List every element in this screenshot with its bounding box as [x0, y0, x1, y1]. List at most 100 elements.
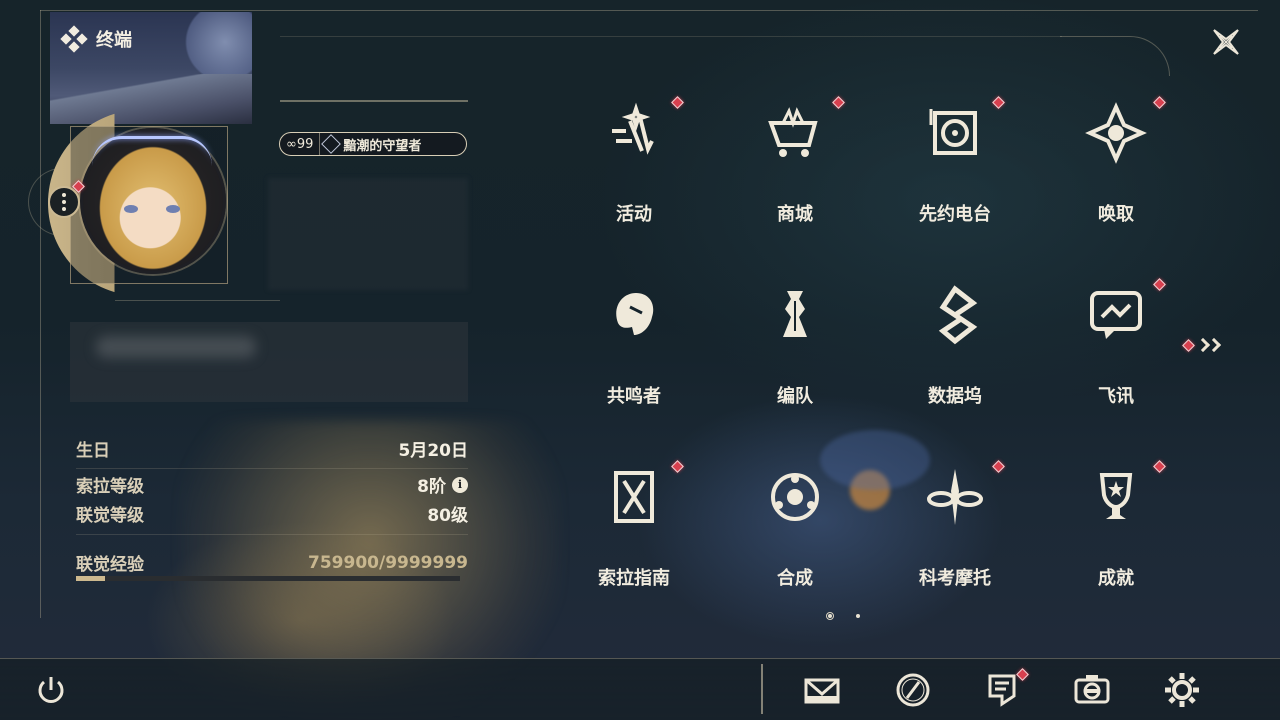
stat-separator — [76, 468, 468, 469]
notification-badge — [992, 460, 1005, 473]
feature-shop-cart[interactable]: 商城 — [725, 96, 865, 248]
feature-synthesis[interactable]: 合成 — [725, 462, 865, 612]
title-name: 黯潮的守望者 — [343, 138, 422, 154]
settings-gear-icon — [1165, 673, 1199, 707]
feature-motorbike[interactable]: 科考摩托 — [885, 460, 1025, 612]
frame-line — [40, 10, 41, 618]
feature-label: 共鸣者 — [607, 386, 661, 407]
activity-icon — [599, 98, 669, 168]
chat-icon — [1081, 280, 1151, 350]
exp-progress-fill — [76, 576, 106, 581]
terminal-label: 终端 — [96, 30, 132, 51]
camera-icon — [1074, 675, 1110, 704]
bottom-separator — [761, 664, 763, 714]
resonator-icon — [599, 280, 669, 350]
close-button[interactable] — [1206, 22, 1246, 62]
frame-line — [40, 10, 1258, 11]
power-icon — [38, 677, 64, 703]
shop-cart-icon — [760, 98, 830, 168]
clock-button[interactable] — [893, 670, 933, 710]
divider — [115, 300, 280, 301]
notification-badge — [1153, 278, 1166, 291]
terminal-header: 终端 — [60, 25, 132, 53]
stat-row-sol-level: 索拉等级 8阶 i — [76, 472, 468, 497]
blurred-player-name — [268, 178, 468, 290]
avatar-eyes — [122, 205, 182, 215]
frame-line — [280, 36, 1062, 37]
profile-more-button[interactable] — [48, 186, 80, 218]
feature-guidebook[interactable]: 索拉指南 — [564, 460, 704, 612]
stat-row-union-exp: 联觉经验 759900/9999999 — [76, 550, 468, 576]
name-underline — [280, 100, 468, 102]
notification-badge — [992, 96, 1005, 109]
stat-value: 5月20日 — [398, 441, 469, 461]
stat-value: 80级 — [427, 506, 468, 526]
notification-badge — [1153, 96, 1166, 109]
team-chess-icon — [760, 280, 830, 350]
stat-label: 生日 — [76, 441, 110, 461]
guidebook-icon — [599, 462, 669, 532]
mail-icon — [804, 678, 840, 704]
data-dock-icon — [920, 280, 990, 350]
feature-activity[interactable]: 活动 — [564, 96, 704, 248]
feature-data-dock[interactable]: 数据坞 — [885, 280, 1025, 430]
exp-progress-bar — [76, 576, 460, 581]
mail-button[interactable] — [802, 670, 842, 710]
feature-label: 合成 — [777, 568, 813, 589]
feature-radio[interactable]: 先约电台 — [885, 96, 1025, 248]
notification-badge — [832, 96, 845, 109]
avatar-crown — [92, 136, 212, 166]
clock-icon — [896, 673, 930, 707]
next-page-button[interactable] — [1182, 337, 1222, 353]
stat-row-union-level: 联觉等级 80级 — [76, 501, 468, 526]
stat-label: 联觉经验 — [76, 555, 144, 575]
notification-badge — [671, 460, 684, 473]
feature-trophy[interactable]: 成就 — [1046, 460, 1186, 612]
camera-button[interactable] — [1072, 670, 1112, 710]
chevron-right-icon — [1206, 337, 1222, 353]
notification-badge — [671, 96, 684, 109]
frame-corner — [1060, 36, 1170, 76]
feature-label: 唤取 — [1098, 204, 1134, 225]
terminal-diamond-icon — [60, 25, 88, 53]
synthesis-icon — [760, 462, 830, 532]
feature-label: 先约电台 — [919, 204, 991, 225]
feature-chat[interactable]: 飞讯 — [1046, 278, 1186, 430]
motorbike-icon — [920, 462, 990, 532]
feature-label: 成就 — [1098, 568, 1134, 589]
feature-label: 飞讯 — [1098, 386, 1134, 407]
page-dot-active[interactable] — [826, 612, 834, 620]
stat-label: 联觉等级 — [76, 506, 144, 526]
notice-button[interactable] — [982, 668, 1029, 710]
feature-label: 商城 — [777, 204, 813, 225]
page-indicator — [826, 612, 860, 620]
radio-icon — [920, 98, 990, 168]
settings-gear-button[interactable] — [1162, 670, 1202, 710]
feature-resonator[interactable]: 共鸣者 — [564, 280, 704, 430]
trophy-icon — [1081, 462, 1151, 532]
feature-team-chess[interactable]: 编队 — [725, 280, 865, 430]
title-count: ∞99 — [280, 133, 321, 155]
feature-label: 数据坞 — [928, 386, 982, 407]
stat-separator — [76, 534, 468, 535]
page-dot[interactable] — [856, 614, 860, 618]
notification-badge — [1153, 460, 1166, 473]
exp-value: 759900/9999999 — [308, 552, 468, 573]
info-icon[interactable]: i — [452, 476, 468, 493]
stat-row-birthday: 生日 5月20日 — [76, 436, 468, 461]
feature-label: 编队 — [777, 386, 813, 407]
title-badge-icon — [321, 134, 342, 154]
feature-label: 活动 — [616, 204, 652, 225]
feature-label: 索拉指南 — [598, 568, 670, 589]
next-page-badge — [1182, 338, 1195, 352]
feature-label: 科考摩托 — [919, 568, 991, 589]
convene-icon — [1081, 98, 1151, 168]
blurred-signature[interactable] — [70, 322, 468, 402]
close-icon — [1213, 29, 1239, 55]
title-chip[interactable]: ∞99 黯潮的守望者 — [279, 132, 467, 156]
notice-icon — [988, 674, 1016, 707]
stat-label: 索拉等级 — [76, 477, 144, 497]
feature-convene[interactable]: 唤取 — [1046, 96, 1186, 248]
stat-value: 8阶 — [417, 477, 446, 497]
power-button[interactable] — [31, 670, 71, 710]
